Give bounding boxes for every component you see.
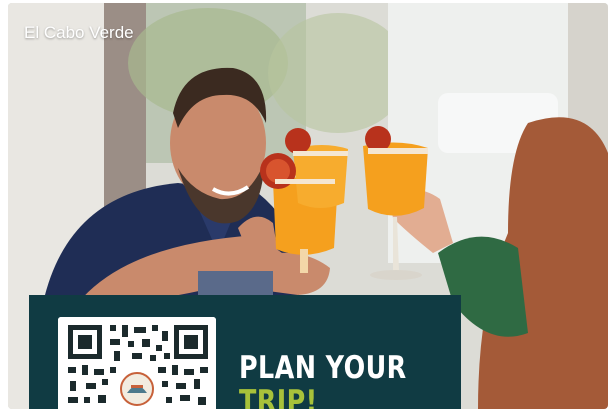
logo-badge-icon (116, 369, 158, 409)
ad-card[interactable]: El Cabo Verde PLAN YOUR TRIP! (8, 3, 608, 409)
location-caption: El Cabo Verde (24, 23, 134, 42)
headline-line-2: TRIP! (239, 384, 318, 409)
promo-panel[interactable]: PLAN YOUR TRIP! (29, 295, 461, 409)
qr-code-icon[interactable] (58, 317, 216, 409)
headline-line-1: PLAN YOUR (239, 350, 407, 386)
plan-your-trip-headline[interactable]: PLAN YOUR TRIP! (239, 351, 407, 409)
